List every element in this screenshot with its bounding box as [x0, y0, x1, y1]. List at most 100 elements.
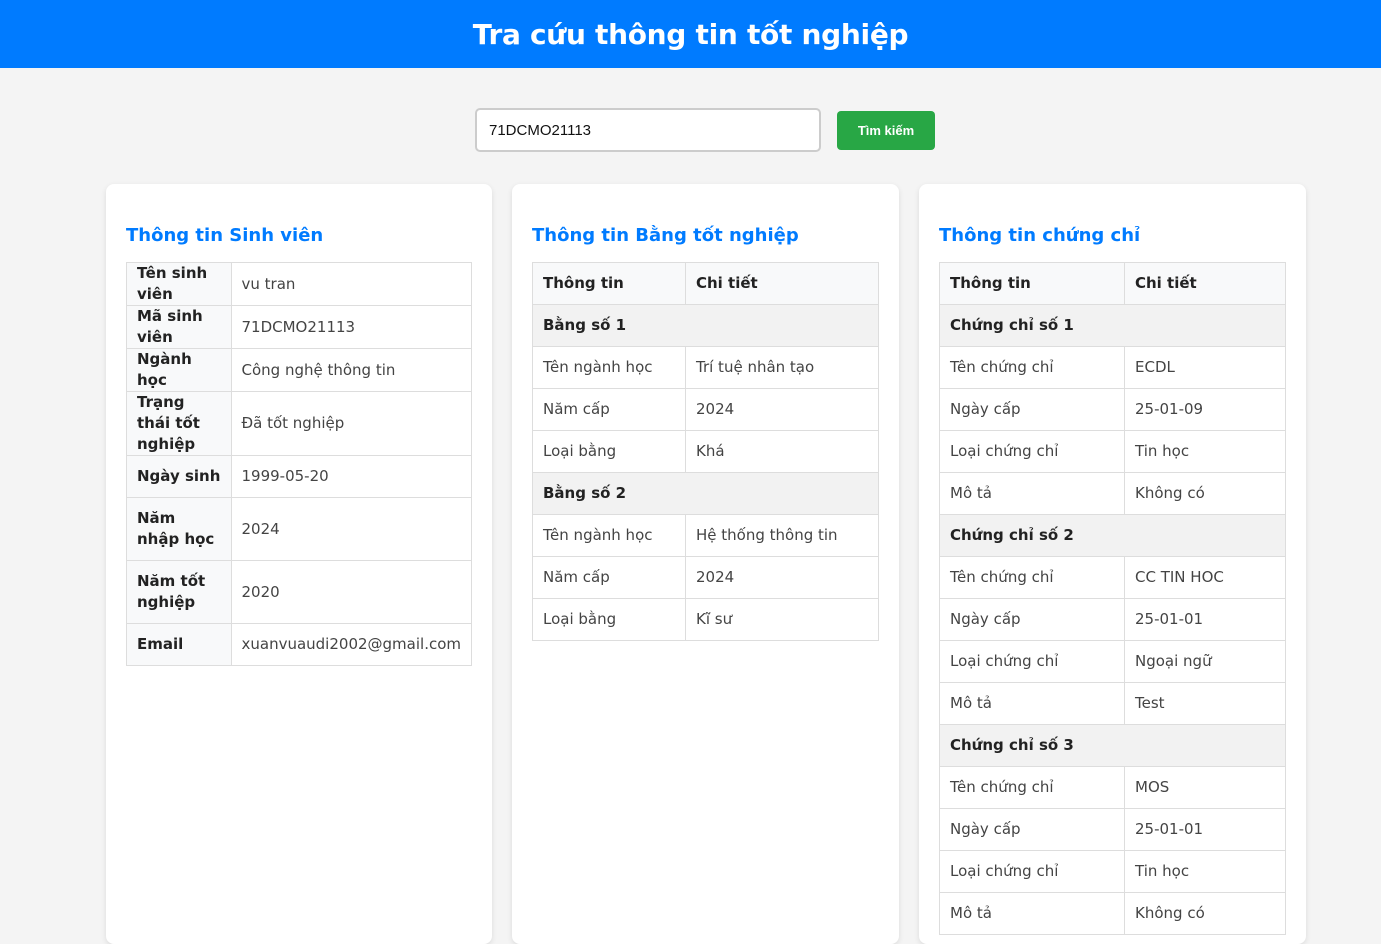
birth-date-value: 1999-05-20	[230, 455, 472, 498]
column-header-info: Thông tin	[939, 262, 1125, 305]
table-row: Loại bằng Kĩ sư	[532, 598, 879, 641]
enrollment-year-value: 2024	[230, 497, 472, 561]
certificate-group-title: Chứng chỉ số 3	[939, 724, 1286, 767]
diploma-info-table: Thông tin Chi tiết Bằng số 1 Tên ngành h…	[532, 262, 879, 641]
group-row: Chứng chỉ số 3	[939, 724, 1286, 767]
row-label: Loại bằng	[532, 598, 686, 641]
row-label: Năm cấp	[532, 388, 686, 431]
table-row: Năm nhập học 2024	[126, 497, 472, 561]
student-id-value: 71DCMO21113	[230, 305, 472, 349]
row-value: Tin học	[1124, 430, 1286, 473]
row-value: Ngoại ngữ	[1124, 640, 1286, 683]
graduation-year-value: 2020	[230, 560, 472, 624]
row-value: Kĩ sư	[685, 598, 879, 641]
table-row: Tên chứng chỉ CC TIN HOC	[939, 556, 1286, 599]
row-value: CC TIN HOC	[1124, 556, 1286, 599]
row-value: Test	[1124, 682, 1286, 725]
row-label: Loại chứng chỉ	[939, 430, 1125, 473]
row-label: Loại bằng	[532, 430, 686, 473]
row-value: 25-01-01	[1124, 808, 1286, 851]
column-header-detail: Chi tiết	[685, 262, 879, 305]
row-value: Hệ thống thông tin	[685, 514, 879, 557]
search-input[interactable]	[475, 108, 821, 152]
row-label: Loại chứng chỉ	[939, 850, 1125, 893]
table-row: Tên chứng chỉ ECDL	[939, 346, 1286, 389]
row-value: Tin học	[1124, 850, 1286, 893]
table-row: Ngày cấp 25-01-09	[939, 388, 1286, 431]
table-row: Ngày sinh 1999-05-20	[126, 455, 472, 498]
diploma-info-card: Thông tin Bằng tốt nghiệp Thông tin Chi …	[512, 184, 899, 944]
row-label: Mô tả	[939, 892, 1125, 935]
row-label: Tên chứng chỉ	[939, 346, 1125, 389]
row-value: 2024	[685, 556, 879, 599]
page-title: Tra cứu thông tin tốt nghiệp	[472, 17, 909, 51]
table-row: Năm tốt nghiệp 2020	[126, 560, 472, 624]
row-label: Tên ngành học	[532, 346, 686, 389]
row-label: Ngày cấp	[939, 808, 1125, 851]
major-label: Ngành học	[126, 348, 232, 392]
group-row: Bằng số 1	[532, 304, 879, 347]
search-button[interactable]: Tìm kiếm	[837, 110, 935, 150]
table-row: Mô tả Không có	[939, 472, 1286, 515]
group-row: Bằng số 2	[532, 472, 879, 515]
column-header-info: Thông tin	[532, 262, 686, 305]
table-row: Mô tả Test	[939, 682, 1286, 725]
table-row: Trạng thái tốt nghiệp Đã tốt nghiệp	[126, 391, 472, 456]
table-row: Mã sinh viên 71DCMO21113	[126, 305, 472, 349]
row-value: Không có	[1124, 472, 1286, 515]
table-row: Ngành học Công nghệ thông tin	[126, 348, 472, 392]
table-row: Tên sinh viên vu tran	[126, 262, 472, 306]
student-info-table: Tên sinh viên vu tran Mã sinh viên 71DCM…	[126, 262, 472, 666]
student-id-label: Mã sinh viên	[126, 305, 232, 349]
enrollment-year-label: Năm nhập học	[126, 497, 232, 561]
table-row: Ngày cấp 25-01-01	[939, 598, 1286, 641]
graduation-year-label: Năm tốt nghiệp	[126, 560, 232, 624]
table-row: Loại chứng chỉ Tin học	[939, 850, 1286, 893]
diploma-group-title: Bằng số 1	[532, 304, 879, 347]
email-value: xuanvuaudi2002@gmail.com	[230, 623, 472, 666]
group-row: Chứng chỉ số 1	[939, 304, 1286, 347]
student-name-label: Tên sinh viên	[126, 262, 232, 306]
graduation-status-label: Trạng thái tốt nghiệp	[126, 391, 232, 456]
certificate-group-title: Chứng chỉ số 2	[939, 514, 1286, 557]
table-row: Tên ngành học Hệ thống thông tin	[532, 514, 879, 557]
table-row: Mô tả Không có	[939, 892, 1286, 935]
major-value: Công nghệ thông tin	[230, 348, 472, 392]
row-value: 2024	[685, 388, 879, 431]
group-row: Chứng chỉ số 2	[939, 514, 1286, 557]
diploma-info-title: Thông tin Bằng tốt nghiệp	[532, 225, 799, 246]
diploma-group-title: Bằng số 2	[532, 472, 879, 515]
table-row: Ngày cấp 25-01-01	[939, 808, 1286, 851]
birth-date-label: Ngày sinh	[126, 455, 232, 498]
row-value: Khá	[685, 430, 879, 473]
table-row: Năm cấp 2024	[532, 556, 879, 599]
row-label: Ngày cấp	[939, 598, 1125, 641]
table-row: Loại bằng Khá	[532, 430, 879, 473]
row-value: ECDL	[1124, 346, 1286, 389]
email-label: Email	[126, 623, 232, 666]
certificate-group-title: Chứng chỉ số 1	[939, 304, 1286, 347]
row-label: Tên chứng chỉ	[939, 766, 1125, 809]
graduation-status-value: Đã tốt nghiệp	[230, 391, 472, 456]
certificate-info-card: Thông tin chứng chỉ Thông tin Chi tiết C…	[919, 184, 1306, 944]
row-label: Mô tả	[939, 472, 1125, 515]
student-name-value: vu tran	[230, 262, 472, 306]
row-label: Tên ngành học	[532, 514, 686, 557]
student-info-title: Thông tin Sinh viên	[126, 225, 324, 246]
page-header: Tra cứu thông tin tốt nghiệp	[0, 0, 1381, 68]
table-row: Tên ngành học Trí tuệ nhân tạo	[532, 346, 879, 389]
student-info-card: Thông tin Sinh viên Tên sinh viên vu tra…	[106, 184, 492, 944]
table-row: Loại chứng chỉ Tin học	[939, 430, 1286, 473]
certificate-info-table: Thông tin Chi tiết Chứng chỉ số 1 Tên ch…	[939, 262, 1286, 935]
row-value: 25-01-01	[1124, 598, 1286, 641]
certificate-info-title: Thông tin chứng chỉ	[939, 225, 1141, 246]
table-row: Năm cấp 2024	[532, 388, 879, 431]
table-header-row: Thông tin Chi tiết	[532, 262, 879, 305]
row-value: 25-01-09	[1124, 388, 1286, 431]
table-row: Tên chứng chỉ MOS	[939, 766, 1286, 809]
row-value: Không có	[1124, 892, 1286, 935]
search-bar: Tìm kiếm	[475, 108, 935, 152]
row-label: Ngày cấp	[939, 388, 1125, 431]
table-header-row: Thông tin Chi tiết	[939, 262, 1286, 305]
row-value: MOS	[1124, 766, 1286, 809]
